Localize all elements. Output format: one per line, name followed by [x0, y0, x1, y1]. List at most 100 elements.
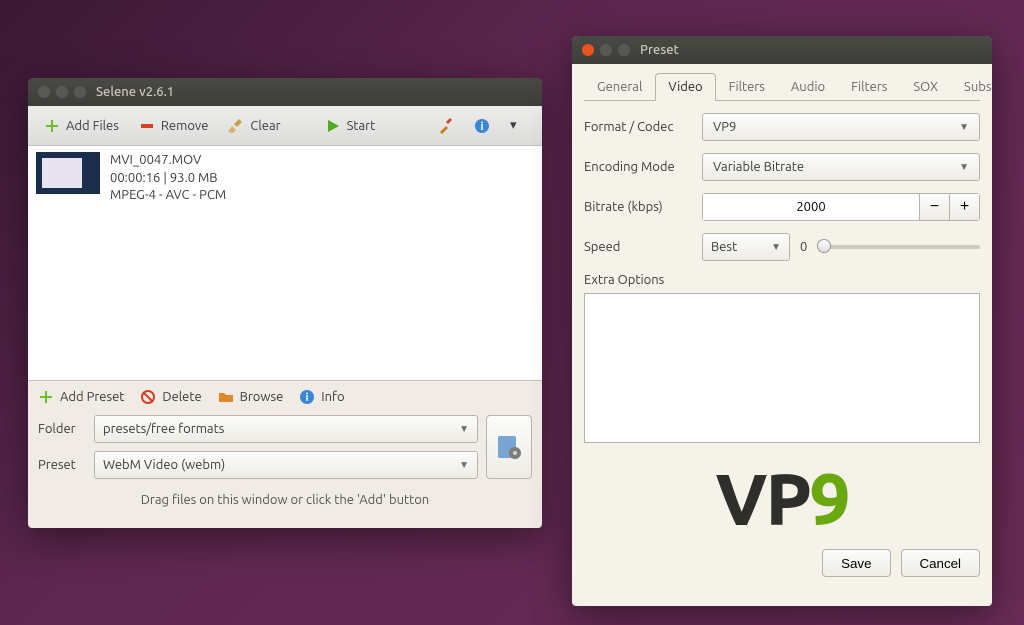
info-button[interactable]: i	[466, 114, 498, 138]
film-gear-icon	[495, 433, 523, 461]
preset-toolbar: Add Preset Delete Browse i Info	[38, 389, 532, 405]
main-titlebar: Selene v2.6.1	[28, 78, 542, 106]
clear-button[interactable]: Clear	[220, 114, 288, 138]
preset-tabs: General Video Filters Audio Filters SOX …	[572, 64, 992, 100]
mode-value: Variable Bitrate	[713, 160, 804, 174]
bitrate-spinner: − +	[702, 193, 980, 221]
preset-info-button[interactable]: i Info	[299, 389, 344, 405]
tab-audio[interactable]: Audio	[778, 73, 838, 101]
chevron-down-icon: ▼	[959, 161, 969, 173]
edit-preset-button[interactable]	[486, 415, 532, 479]
chevron-down-icon: ▼	[459, 459, 469, 471]
tab-subs[interactable]: Subs	[951, 73, 992, 101]
video-thumbnail	[36, 152, 100, 194]
bitrate-increment[interactable]: +	[949, 194, 979, 220]
speed-slider[interactable]	[817, 245, 980, 249]
folder-value: presets/free formats	[103, 422, 224, 436]
mode-select[interactable]: Variable Bitrate ▼	[702, 153, 980, 181]
window-title: Selene v2.6.1	[96, 85, 174, 99]
tab-filters-audio[interactable]: Filters	[838, 73, 900, 101]
plus-icon	[44, 118, 60, 134]
tools-button[interactable]	[430, 114, 462, 138]
start-button[interactable]: Start	[317, 114, 384, 138]
minimize-icon[interactable]	[600, 44, 612, 56]
folder-label: Folder	[38, 422, 86, 436]
remove-button[interactable]: Remove	[131, 114, 217, 138]
close-icon[interactable]	[582, 44, 594, 56]
bitrate-decrement[interactable]: −	[919, 194, 949, 220]
main-toolbar: Add Files Remove Clear Start	[28, 106, 542, 146]
tab-sox[interactable]: SOX	[900, 73, 951, 101]
add-files-button[interactable]: Add Files	[36, 114, 127, 138]
clear-label: Clear	[250, 119, 280, 133]
preset-combo[interactable]: WebM Video (webm) ▼	[94, 451, 478, 479]
speed-select[interactable]: Best ▼	[702, 233, 790, 261]
preset-label: Preset	[38, 458, 86, 472]
cancel-button[interactable]: Cancel	[901, 549, 981, 577]
preset-titlebar: Preset	[572, 36, 992, 64]
add-files-label: Add Files	[66, 119, 119, 133]
broom-icon	[228, 118, 244, 134]
dialog-actions: Save Cancel	[572, 539, 992, 587]
extra-options-label: Extra Options	[584, 273, 980, 287]
close-icon[interactable]	[38, 86, 50, 98]
plus-icon	[38, 389, 54, 405]
list-item[interactable]: MVI_0047.MOV 00:00:16 | 93.0 MB MPEG-4 -…	[28, 146, 542, 211]
bottom-bar: Add Preset Delete Browse i Info Folder p…	[28, 381, 542, 517]
file-duration-size: 00:00:16 | 93.0 MB	[110, 170, 226, 188]
dialog-title: Preset	[640, 43, 679, 57]
format-label: Format / Codec	[584, 120, 692, 134]
tab-body-video: Format / Codec VP9 ▼ Encoding Mode Varia…	[584, 100, 980, 539]
bitrate-input[interactable]	[703, 194, 919, 220]
minus-icon	[139, 118, 155, 134]
folder-combo[interactable]: presets/free formats ▼	[94, 415, 478, 443]
maximize-icon[interactable]	[618, 44, 630, 56]
selene-main-window: Selene v2.6.1 Add Files Remove Clear S	[28, 78, 542, 528]
save-button[interactable]: Save	[822, 549, 890, 577]
info-icon: i	[474, 118, 490, 134]
logo-p: P	[766, 458, 810, 539]
wrench-icon	[438, 118, 454, 134]
svg-text:i: i	[480, 121, 483, 133]
file-name: MVI_0047.MOV	[110, 152, 226, 170]
tab-video[interactable]: Video	[655, 73, 715, 101]
preset-info-label: Info	[321, 390, 344, 404]
format-select[interactable]: VP9 ▼	[702, 113, 980, 141]
maximize-icon[interactable]	[74, 86, 86, 98]
start-label: Start	[347, 119, 376, 133]
tab-general[interactable]: General	[584, 73, 655, 101]
delete-label: Delete	[162, 390, 201, 404]
add-preset-button[interactable]: Add Preset	[38, 389, 124, 405]
minimize-icon[interactable]	[56, 86, 68, 98]
folder-icon	[218, 389, 234, 405]
chevron-down-icon: ▼	[459, 423, 469, 435]
preset-dialog: Preset General Video Filters Audio Filte…	[572, 36, 992, 606]
speed-label: Speed	[584, 240, 692, 254]
slider-handle[interactable]	[817, 239, 831, 253]
remove-label: Remove	[161, 119, 209, 133]
preset-value: WebM Video (webm)	[103, 458, 225, 472]
file-metadata: MVI_0047.MOV 00:00:16 | 93.0 MB MPEG-4 -…	[110, 152, 226, 205]
drop-hint: Drag files on this window or click the '…	[38, 487, 532, 513]
chevron-down-icon: ▼	[959, 121, 969, 133]
menu-button[interactable]: ▾	[502, 114, 534, 138]
browse-label: Browse	[240, 390, 284, 404]
format-value: VP9	[713, 120, 736, 134]
window-controls	[582, 44, 630, 56]
file-list[interactable]: MVI_0047.MOV 00:00:16 | 93.0 MB MPEG-4 -…	[28, 146, 542, 381]
play-icon	[325, 118, 341, 134]
speed-value: Best	[711, 240, 737, 254]
file-codec: MPEG-4 - AVC - PCM	[110, 187, 226, 205]
extra-options-input[interactable]	[584, 293, 980, 443]
browse-button[interactable]: Browse	[218, 389, 284, 405]
add-preset-label: Add Preset	[60, 390, 124, 404]
tab-filters-video[interactable]: Filters	[716, 73, 778, 101]
svg-text:i: i	[306, 392, 309, 404]
speed-slider-value: 0	[800, 240, 807, 254]
info-icon: i	[299, 389, 315, 405]
chevron-down-icon: ▼	[771, 241, 781, 253]
forbidden-icon	[140, 389, 156, 405]
bitrate-label: Bitrate (kbps)	[584, 200, 692, 214]
delete-button[interactable]: Delete	[140, 389, 201, 405]
mode-label: Encoding Mode	[584, 160, 692, 174]
